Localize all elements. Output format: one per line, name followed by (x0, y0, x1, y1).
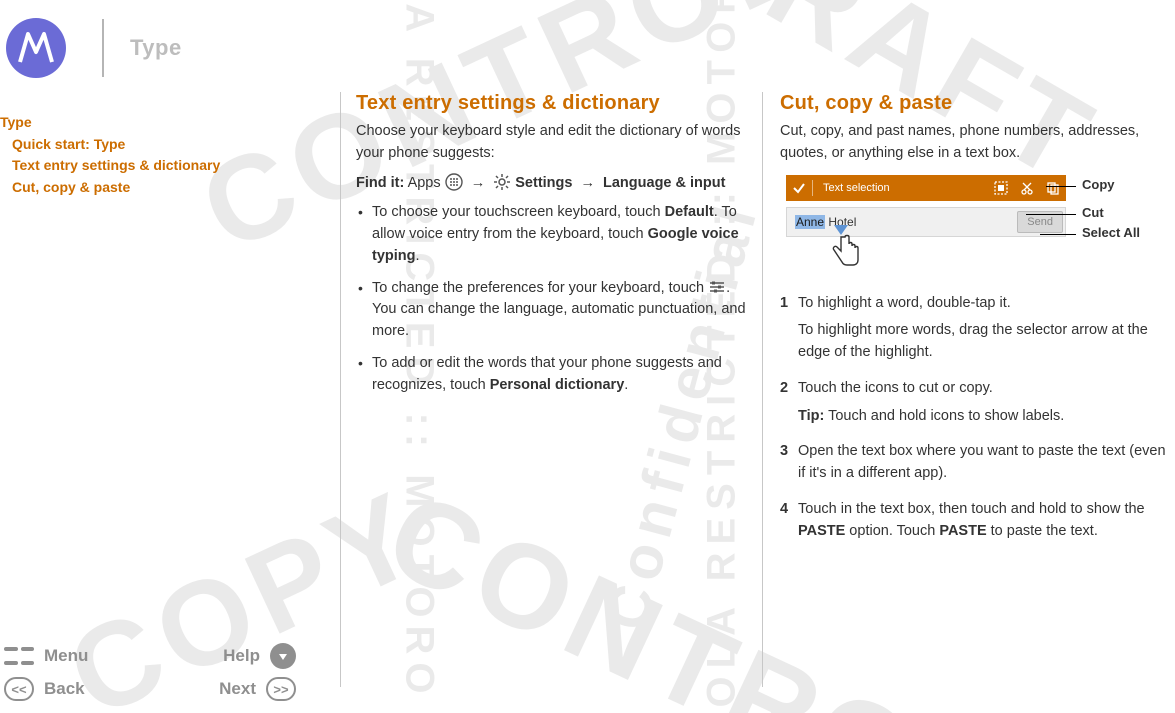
step-4: 4 Touch in the text box, then touch and … (780, 499, 1170, 549)
back-icon: << (4, 677, 34, 701)
steps-list: 1 To highlight a word, double-tap it. To… (780, 293, 1170, 549)
next-button[interactable]: >> Next (219, 677, 296, 701)
col2-intro: Cut, copy, and past names, phone numbers… (780, 121, 1170, 165)
select-all-icon (988, 181, 1014, 195)
step-2: 2 Touch the icons to cut or copy. Tip: T… (780, 378, 1170, 434)
s4-c: to paste the text. (987, 523, 1098, 539)
back-button[interactable]: << Back (4, 677, 85, 701)
step-1b: To highlight more words, drag the select… (798, 320, 1170, 364)
sliders-icon (708, 278, 726, 296)
b1-a: To choose your touchscreen keyboard, tou… (372, 204, 665, 220)
column-text-entry: Text entry settings & dictionary Choose … (356, 92, 746, 693)
find-it-tail: Language & input (603, 175, 725, 191)
toolbar-label: Text selection (813, 182, 988, 194)
find-it-apps: Apps (408, 175, 441, 191)
cut-icon (1014, 181, 1040, 195)
b3-b: . (624, 377, 628, 393)
gear-icon (493, 173, 511, 191)
find-it-label: Find it: (356, 175, 404, 191)
tip-label: Tip: (798, 408, 824, 424)
find-it-line: Find it: Apps → Settings → Language & in… (356, 173, 746, 195)
toc-item-cutcopy[interactable]: Cut, copy & paste (0, 177, 330, 199)
menu-grid-icon (4, 644, 34, 668)
callout-copy: Copy (1082, 177, 1115, 192)
apps-grid-icon (445, 173, 463, 191)
bullet-1: To choose your touchscreen keyboard, tou… (356, 202, 746, 267)
selected-text: Anne (795, 215, 825, 229)
b2-a: To change the preferences for your keybo… (372, 280, 708, 296)
toc-item-quickstart[interactable]: Quick start: Type (0, 134, 330, 156)
step-1-num: 1 (780, 293, 798, 370)
selection-toolbar: Text selection (786, 175, 1066, 201)
text-field: Anne Hotel (787, 215, 1017, 229)
tip-text: Touch and hold icons to show labels. (824, 408, 1064, 424)
col1-heading: Text entry settings & dictionary (356, 92, 746, 115)
page-header: Type (0, 18, 1175, 78)
b1-c: . (416, 248, 420, 264)
step-3: 3 Open the text box where you want to pa… (780, 441, 1170, 491)
column-divider-1 (340, 92, 341, 687)
callout-cut-label: Cut (1082, 205, 1104, 220)
s4-a: Touch in the text box, then touch and ho… (798, 501, 1145, 517)
menu-button[interactable]: Menu (4, 644, 88, 668)
bullet-2: To change the preferences for your keybo… (356, 278, 746, 343)
bullet-3: To add or edit the words that your phone… (356, 353, 746, 397)
col1-bullets: To choose your touchscreen keyboard, tou… (356, 202, 746, 396)
s4-b2: PASTE (939, 523, 986, 539)
step-2-num: 2 (780, 378, 798, 434)
step-4-num: 4 (780, 499, 798, 549)
callout-selectall: Select All (1082, 225, 1140, 240)
back-label: Back (44, 679, 85, 699)
step-3-text: Open the text box where you want to past… (798, 441, 1170, 485)
step-2-tip: Tip: Touch and hold icons to show labels… (798, 406, 1170, 428)
col1-intro: Choose your keyboard style and edit the … (356, 121, 746, 165)
arrow-2: → (580, 175, 595, 191)
done-icon (786, 181, 812, 195)
help-label: Help (223, 646, 260, 666)
callout-selectall-label: Select All (1082, 225, 1140, 240)
step-3-num: 3 (780, 441, 798, 491)
column-divider-2 (762, 92, 763, 687)
menu-label: Menu (44, 646, 88, 666)
column-cut-copy-paste: Cut, copy & paste Cut, copy, and past na… (780, 92, 1170, 693)
b1-bold1: Default (665, 204, 714, 220)
callout-cut: Cut (1082, 205, 1104, 220)
next-label: Next (219, 679, 256, 699)
help-button[interactable]: Help (223, 643, 296, 669)
next-icon: >> (266, 677, 296, 701)
help-icon (270, 643, 296, 669)
b3-bold: Personal dictionary (490, 377, 625, 393)
hand-pointer-icon (828, 233, 862, 278)
callout-copy-label: Copy (1082, 177, 1115, 192)
page-title: Type (130, 35, 182, 61)
s4-b: option. Touch (845, 523, 939, 539)
step-1: 1 To highlight a word, double-tap it. To… (780, 293, 1170, 370)
arrow-1: → (471, 175, 486, 191)
step-4-text: Touch in the text box, then touch and ho… (798, 499, 1170, 543)
copy-icon (1040, 181, 1066, 195)
find-it-settings: Settings (515, 175, 572, 191)
table-of-contents: Type Quick start: Type Text entry settin… (0, 112, 330, 199)
header-divider (102, 19, 104, 77)
bottom-nav: Menu Help << Back >> Next (0, 639, 310, 705)
toc-root[interactable]: Type (0, 112, 330, 134)
col2-heading: Cut, copy & paste (780, 92, 1170, 115)
s4-b1: PASTE (798, 523, 845, 539)
text-selection-illustration: Text selection Anne Hotel Send Copy Cut … (786, 175, 1170, 275)
toc-item-settings[interactable]: Text entry settings & dictionary (0, 155, 330, 177)
motorola-logo-icon (6, 18, 66, 78)
step-1a: To highlight a word, double-tap it. (798, 293, 1170, 315)
step-2a: Touch the icons to cut or copy. (798, 378, 1170, 400)
